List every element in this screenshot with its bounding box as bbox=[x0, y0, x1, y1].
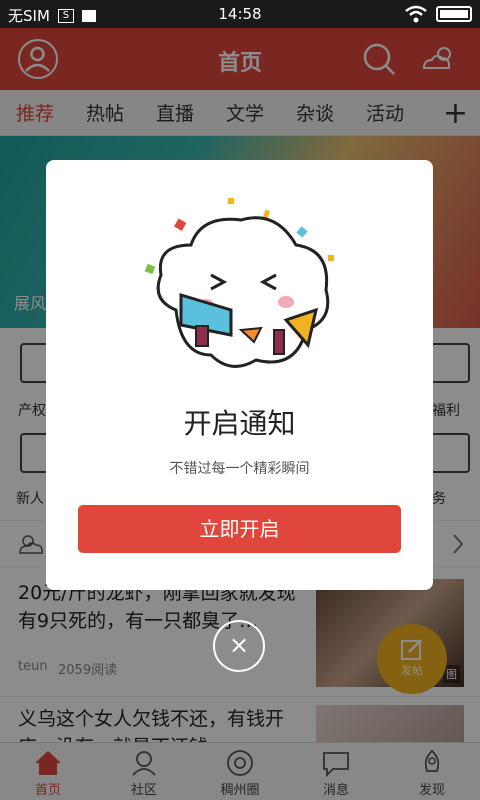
notification-dialog: 开启通知 不错过每一个精彩瞬间 立即开启 bbox=[46, 160, 433, 590]
dialog-title: 开启通知 bbox=[183, 407, 296, 440]
status-bar: 无SIM S 14:58 bbox=[0, 0, 480, 28]
battery-icon bbox=[436, 6, 472, 22]
enable-notifications-button[interactable]: 立即开启 bbox=[78, 505, 401, 553]
close-dialog-button[interactable]: × bbox=[213, 620, 265, 672]
cloud-mascot-icon bbox=[144, 198, 334, 368]
wifi-icon bbox=[405, 5, 427, 23]
dialog-subtitle: 不错过每一个精彩瞬间 bbox=[169, 461, 310, 477]
